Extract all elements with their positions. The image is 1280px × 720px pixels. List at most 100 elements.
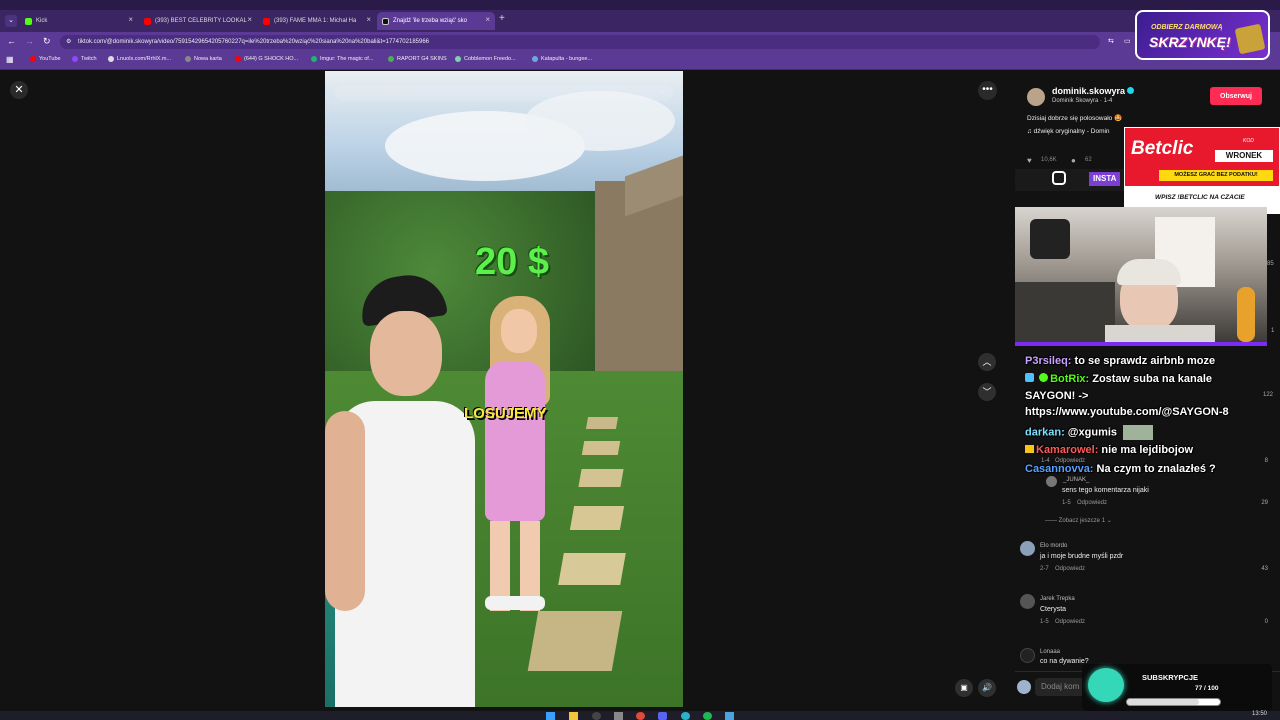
more-replies-button[interactable]: ―― Zobacz jeszcze 1 ⌄ (1045, 517, 1112, 524)
bookmark-imgur[interactable]: Imgur: The magic of... (311, 56, 373, 62)
avatar (1017, 680, 1031, 694)
stepping-stone (578, 469, 624, 487)
translate-icon[interactable]: ⇆ (1108, 37, 1114, 45)
url-field[interactable]: ⚙ tiktok.com/@dominik.skowyra/video/7591… (60, 35, 1100, 49)
chat-line: P3rsileq: to se sprawdz airbnb moze (1025, 355, 1216, 367)
stepping-stone (585, 417, 619, 429)
site-info-icon[interactable]: ⚙ (66, 38, 71, 45)
edge-icon[interactable] (681, 712, 690, 720)
tab-youtube-celebrity[interactable]: (393) BEST CELEBRITY LOOKAL × (139, 12, 257, 30)
avatar[interactable] (1020, 648, 1035, 663)
bookmark-lnuols[interactable]: Lnuols.com/RrhlX.m... (108, 56, 171, 62)
comment-author[interactable]: Lonaaa (1040, 649, 1060, 655)
reply-button[interactable]: Odpowiedz (1055, 619, 1085, 625)
volume-icon[interactable]: 🔊 (978, 679, 996, 697)
start-icon[interactable] (546, 712, 555, 720)
stepping-stone (527, 611, 623, 671)
comment-text: ja i moje brudne myśli pzdr (1040, 553, 1124, 560)
more-options-icon[interactable]: ••• (978, 81, 997, 100)
app-icon[interactable] (725, 712, 734, 720)
like-count: 10,6K (1041, 157, 1057, 163)
discord-icon[interactable] (658, 712, 667, 720)
betclic-ad[interactable]: Betclic KOD WRONEK MOŻESZ GRAĆ BEZ PODAT… (1124, 127, 1280, 214)
youtube-icon (263, 17, 270, 25)
bookmark-youtube[interactable]: YouTube (30, 56, 61, 62)
bookmarks-bar: ▦ YouTube Twitch Lnuols.com/RrhlX.m... N… (0, 52, 1280, 70)
promo-banner[interactable]: ODBIERZ DARMOWĄ SKRZYNKĘ! (1135, 10, 1270, 60)
imgur-icon (311, 56, 317, 62)
reply-button[interactable]: Odpowiedz (1077, 500, 1107, 506)
chrome-icon[interactable] (636, 712, 645, 720)
author-handle[interactable]: dominik.skowyra (1052, 86, 1125, 96)
crate-icon (1234, 23, 1266, 55)
author-display: Dominik Skowyra · 1-4 (1052, 98, 1113, 104)
comment-meta: 2-7 (1040, 566, 1049, 572)
close-icon[interactable]: × (366, 15, 371, 24)
stepping-stone (558, 553, 626, 585)
avatar[interactable] (1027, 88, 1045, 106)
apps-icon[interactable]: ▦ (6, 55, 14, 64)
reload-icon[interactable]: ↻ (43, 36, 51, 47)
close-icon[interactable]: × (247, 15, 252, 24)
katapulta-icon (532, 56, 538, 62)
comment-likes: 43 (1261, 566, 1268, 572)
man-face (370, 311, 442, 396)
comment-author[interactable]: Jarek Trepka (1040, 596, 1075, 602)
back-icon[interactable]: ← (7, 36, 16, 46)
mascot-icon (1088, 668, 1124, 702)
new-tab-icon[interactable]: + (499, 13, 505, 24)
subs-count: 77 / 100 (1195, 685, 1219, 692)
avatar[interactable] (1046, 476, 1057, 487)
close-icon[interactable]: ✕ (10, 81, 28, 99)
file-explorer-icon[interactable] (569, 712, 578, 720)
close-icon[interactable]: × (485, 15, 490, 24)
ad-tagline: MOŻESZ GRAĆ BEZ PODATKU! (1159, 170, 1273, 181)
address-bar: ← → ↻ ⚙ tiktok.com/@dominik.skowyra/vide… (0, 32, 1280, 52)
tab-bar: ⌄ Kick × (393) BEST CELEBRITY LOOKAL × (… (0, 10, 1280, 32)
comment-text: Cterysta (1040, 606, 1067, 613)
next-video-icon[interactable]: ﹀ (978, 383, 996, 401)
page-icon (185, 56, 191, 62)
clock[interactable]: 13:50 (1252, 711, 1267, 717)
window-top-strip (0, 0, 1280, 10)
reply-button[interactable]: Odpowiedz (1055, 566, 1085, 572)
sound-label[interactable]: ♫ dźwięk oryginalny - Domin (1027, 128, 1110, 135)
video-player[interactable]: Znajdź powiązane treści ⌕ 20 $ LOSUJEMY (325, 71, 683, 707)
close-icon[interactable]: × (128, 15, 133, 24)
avatar[interactable] (1020, 594, 1035, 609)
tab-tiktok[interactable]: Znajdź 'ile trzeba wziąć' sko × (377, 12, 495, 30)
caption-overlay: LOSUJEMY (464, 405, 547, 422)
insta-label: INSTA (1089, 172, 1121, 186)
reply-likes: 8 (1264, 458, 1268, 464)
forward-icon[interactable]: → (25, 36, 34, 46)
search-related-field[interactable]: Znajdź powiązane treści ⌕ (335, 85, 673, 101)
pip-icon[interactable]: ▣ (955, 679, 973, 697)
app-icon[interactable] (614, 712, 623, 720)
tab-youtube-fame[interactable]: (393) FAME MMA 1: Michał Ha × (258, 12, 376, 30)
search-icon[interactable]: ⌕ (661, 87, 665, 97)
youtube-icon (144, 17, 151, 25)
cast-icon[interactable]: ▭ (1124, 37, 1131, 45)
spotify-icon[interactable] (703, 712, 712, 720)
bookmark-new-tab[interactable]: Nowa karta (185, 56, 222, 62)
bookmark-cobblemon[interactable]: Cobblemon Freedo... (455, 56, 516, 62)
comment-text: sens tego komentarza nijaki (1062, 487, 1149, 494)
reply-button[interactable]: Odpowiedz (1055, 458, 1085, 464)
bookmark-twitch[interactable]: Twitch (72, 56, 97, 62)
tab-menu-icon[interactable]: ⌄ (5, 15, 17, 27)
tab-kick[interactable]: Kick × (20, 12, 138, 30)
comment-meta: 1-5 (1062, 500, 1071, 506)
bookmark-katapulta[interactable]: Katapulta - bungee... (532, 56, 592, 62)
comment-icon[interactable]: ● (1071, 156, 1076, 165)
avatar[interactable] (1020, 541, 1035, 556)
bookmark-gshock[interactable]: (644) G SHOCK HO... (235, 56, 298, 62)
bookmark-raport[interactable]: RAPORT G4 SKINS (388, 56, 447, 62)
follow-button[interactable]: Obserwuj (1210, 87, 1262, 105)
chat-link[interactable]: https://www.youtube.com/@SAYGON-8 (1025, 406, 1229, 418)
youtube-icon (235, 56, 241, 62)
comment-author[interactable]: _JUNAK_ (1063, 477, 1089, 483)
comment-author[interactable]: Elo mordo (1040, 543, 1067, 549)
app-icon[interactable] (592, 712, 601, 720)
like-icon[interactable]: ♥ (1027, 156, 1032, 165)
previous-video-icon[interactable]: ︿ (978, 353, 996, 371)
